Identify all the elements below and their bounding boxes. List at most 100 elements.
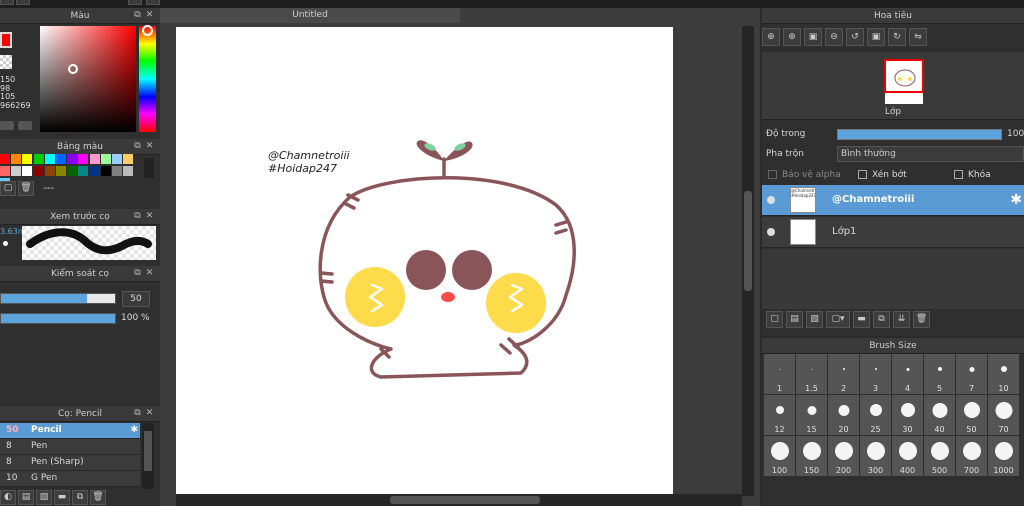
brush-size-option[interactable]: 3 — [860, 354, 891, 394]
palette-swatch[interactable] — [11, 166, 22, 176]
lock-checkbox[interactable]: Khóa — [954, 166, 991, 184]
zoom-out-icon[interactable]: ⊖ — [825, 28, 843, 46]
toolbar-button[interactable] — [16, 0, 30, 5]
new-layer-icon[interactable]: ▢ — [766, 311, 783, 328]
tool-settings-icon[interactable]: ◐ — [0, 490, 16, 505]
canvas-horizontal-scrollbar[interactable] — [176, 494, 742, 506]
trash-icon[interactable]: 🗑 — [90, 490, 106, 505]
color-picker-knob[interactable] — [68, 64, 78, 74]
merge-layer-icon[interactable]: ⇊ — [893, 311, 910, 328]
toolbar-button[interactable] — [128, 0, 142, 5]
brush-size-option[interactable]: 1.5 — [796, 354, 827, 394]
palette-swatch[interactable] — [11, 154, 22, 164]
transparent-color-swatch[interactable] — [0, 55, 12, 69]
tool-copy-icon[interactable]: ▧ — [36, 490, 52, 505]
tool-item-pen-sharp[interactable]: 8 Pen (Sharp) — [0, 455, 140, 471]
gear-icon[interactable]: ✱ — [130, 423, 138, 438]
brush-size-option[interactable]: 50 — [956, 395, 987, 435]
layer-item-text[interactable]: @Chamnetroiii #Hoidap247 @Chamnetroiii ✱ — [762, 185, 1024, 216]
palette-swatch[interactable] — [22, 166, 33, 176]
brush-size-slider[interactable] — [0, 293, 116, 304]
brush-size-option[interactable]: 300 — [860, 436, 891, 476]
layer-item-lop1[interactable]: Lớp1 — [762, 217, 1024, 248]
brush-size-option[interactable]: 1000 — [988, 436, 1019, 476]
palette-swatch[interactable] — [78, 154, 89, 164]
tool-item-pencil[interactable]: 50 Pencil ✱ — [0, 423, 140, 439]
flip-icon[interactable]: ⇋ — [909, 28, 927, 46]
palette-swatch[interactable] — [55, 154, 66, 164]
brush-size-option[interactable]: 15 — [796, 395, 827, 435]
palette-swatch[interactable] — [89, 166, 100, 176]
fit-icon[interactable]: ▣ — [804, 28, 822, 46]
palette-add-icon[interactable]: ▢ — [0, 181, 16, 196]
tools-scrollbar[interactable] — [142, 423, 154, 489]
hue-knob[interactable] — [142, 25, 153, 36]
document-tab[interactable]: Untitled — [160, 8, 460, 23]
brush-size-option[interactable]: 2 — [828, 354, 859, 394]
brush-size-option[interactable]: 5 — [924, 354, 955, 394]
toolbar-button[interactable] — [0, 0, 14, 5]
tool-item-g-pen[interactable]: 10 G Pen — [0, 471, 140, 487]
rotate-left-icon[interactable]: ↺ — [846, 28, 864, 46]
brush-size-option[interactable]: 400 — [892, 436, 923, 476]
trash-icon[interactable]: 🗑 — [18, 181, 34, 196]
color-mode-button[interactable] — [0, 121, 14, 130]
palette-swatch[interactable] — [67, 166, 78, 176]
brush-size-option[interactable]: 500 — [924, 436, 955, 476]
palette-swatch[interactable] — [22, 154, 33, 164]
brush-size-option[interactable]: 100 — [764, 436, 795, 476]
brush-opacity-slider[interactable] — [0, 313, 116, 324]
brush-size-option[interactable]: 4 — [892, 354, 923, 394]
add-layer-menu-icon[interactable]: ▢▾ — [826, 311, 850, 328]
folder-icon[interactable]: ▬ — [853, 311, 870, 328]
brush-size-option[interactable]: 150 — [796, 436, 827, 476]
close-icon[interactable]: ✕ — [145, 11, 154, 20]
navigator-preview[interactable] — [762, 52, 1024, 110]
color-mode-button[interactable] — [18, 121, 32, 130]
brush-size-option[interactable]: 700 — [956, 436, 987, 476]
tool-add-icon[interactable]: ▤ — [18, 490, 34, 505]
undock-icon[interactable]: ⧉ — [133, 212, 142, 221]
layer-blend-select[interactable]: Bình thường — [837, 146, 1024, 162]
eye-icon[interactable] — [767, 196, 775, 204]
palette-swatch[interactable] — [78, 166, 89, 176]
duplicate-icon[interactable]: ⧉ — [873, 311, 890, 328]
palette-swatch[interactable] — [100, 166, 111, 176]
palette-swatch[interactable] — [100, 154, 111, 164]
trash-icon[interactable]: 🗑 — [913, 311, 930, 328]
color-saturation-picker[interactable] — [40, 26, 136, 132]
drawing-canvas[interactable]: @Chamnetroiii #Hoidap247 — [176, 27, 673, 494]
fullscreen-icon[interactable]: ▣ — [867, 28, 885, 46]
brush-size-option[interactable]: 10 — [988, 354, 1019, 394]
folder-icon[interactable]: ▬ — [54, 490, 70, 505]
palette-swatch[interactable] — [0, 166, 10, 176]
duplicate-icon[interactable]: ⧉ — [72, 490, 88, 505]
tool-item-pen[interactable]: 8 Pen — [0, 439, 140, 455]
brush-size-input[interactable]: 50 — [122, 291, 150, 307]
layer-opacity-slider[interactable] — [837, 129, 1002, 140]
palette-swatch[interactable] — [55, 166, 66, 176]
palette-swatch[interactable] — [33, 154, 44, 164]
undock-icon[interactable]: ⧉ — [133, 11, 142, 20]
brush-size-option[interactable]: 1 — [764, 354, 795, 394]
brush-size-option[interactable]: 70 — [988, 395, 1019, 435]
brush-size-option[interactable]: 20 — [828, 395, 859, 435]
foreground-color-swatch[interactable] — [0, 32, 12, 48]
brush-size-option[interactable]: 12 — [764, 395, 795, 435]
protect-alpha-checkbox[interactable]: Bảo vệ alpha — [768, 166, 841, 184]
close-icon[interactable]: ✕ — [145, 212, 154, 221]
new-raster-layer-icon[interactable]: ▤ — [786, 311, 803, 328]
navigator-viewport[interactable] — [884, 59, 924, 93]
gear-icon[interactable]: ✱ — [1010, 192, 1022, 208]
close-icon[interactable]: ✕ — [145, 142, 154, 151]
undock-icon[interactable]: ⧉ — [133, 142, 142, 151]
palette-swatch[interactable] — [111, 166, 122, 176]
palette-swatch[interactable] — [44, 154, 55, 164]
brush-size-option[interactable]: 200 — [828, 436, 859, 476]
clipping-checkbox[interactable]: Xén bớt — [858, 166, 907, 184]
palette-swatch[interactable] — [44, 166, 55, 176]
eye-icon[interactable] — [767, 228, 775, 236]
zoom-in-icon[interactable]: ⊕ — [762, 28, 780, 46]
palette-swatch[interactable] — [123, 154, 134, 164]
close-icon[interactable]: ✕ — [145, 269, 154, 278]
